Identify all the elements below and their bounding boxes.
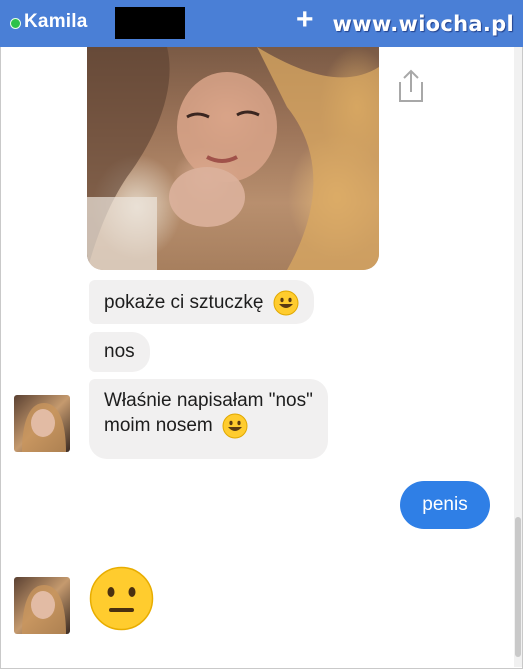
share-icon[interactable] bbox=[394, 68, 428, 104]
message-text-line: Właśnie napisałam "nos" bbox=[104, 390, 313, 411]
neutral-face-icon[interactable] bbox=[89, 566, 154, 631]
message-text: nos bbox=[104, 341, 135, 362]
message-bubble-incoming[interactable]: pokaże ci sztuczkę bbox=[89, 280, 314, 324]
message-text: pokaże ci sztuczkę bbox=[104, 292, 264, 314]
contact-avatar[interactable] bbox=[14, 395, 70, 452]
avatar-illustration bbox=[22, 585, 66, 634]
message-text: penis bbox=[422, 494, 468, 515]
photo-illustration bbox=[87, 47, 379, 270]
watermark: www.wiocha.pl bbox=[332, 12, 514, 36]
grinning-face-icon bbox=[222, 413, 248, 439]
grinning-face-icon bbox=[273, 290, 299, 316]
redacted-surname bbox=[115, 7, 185, 39]
message-bubble-outgoing[interactable]: penis bbox=[400, 481, 490, 529]
plus-icon[interactable]: + bbox=[296, 5, 314, 35]
message-text-line: moim nosem bbox=[104, 415, 213, 437]
contact-name[interactable]: Kamila bbox=[24, 11, 88, 33]
avatar-illustration bbox=[22, 403, 66, 452]
scrollbar-thumb[interactable] bbox=[515, 517, 521, 657]
contact-avatar[interactable] bbox=[14, 577, 70, 634]
message-bubble-incoming[interactable]: Właśnie napisałam "nos" moim nosem bbox=[89, 379, 328, 459]
message-bubble-incoming[interactable]: nos bbox=[89, 332, 150, 372]
scrollbar[interactable] bbox=[514, 47, 522, 667]
shared-photo[interactable] bbox=[87, 47, 379, 270]
chat-header: Kamila + www.wiocha.pl bbox=[0, 0, 523, 47]
online-status-icon bbox=[10, 18, 21, 29]
